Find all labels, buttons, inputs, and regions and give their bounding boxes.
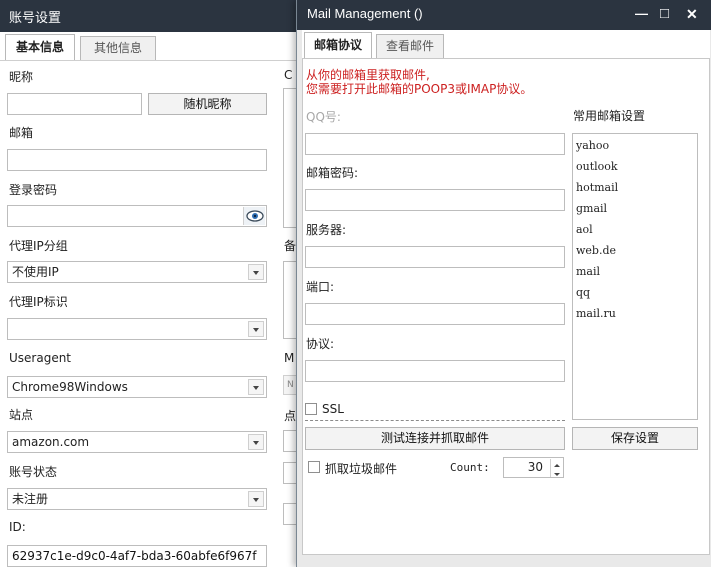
list-item[interactable]: mail bbox=[576, 265, 600, 278]
email-label: 邮箱 bbox=[9, 126, 34, 140]
id-input[interactable]: 62937c1e-d9c0-4af7-bda3-60abfe6f967f bbox=[7, 545, 267, 567]
tab-basic-info-label: 基本信息 bbox=[15, 40, 64, 54]
proxy-tag-label: 代理IP标识 bbox=[9, 295, 68, 309]
email-input[interactable] bbox=[7, 149, 267, 171]
list-item[interactable]: outlook bbox=[576, 160, 618, 173]
chevron-down-icon[interactable] bbox=[248, 264, 264, 280]
partial-label-bei: 备 bbox=[284, 239, 297, 253]
tab-other-info[interactable]: 其他信息 bbox=[80, 36, 156, 60]
qq-label: QQ号: bbox=[306, 110, 341, 124]
partial-label-n: N bbox=[287, 380, 294, 390]
port-input[interactable] bbox=[305, 303, 565, 325]
mail-management-window: Mail Management () — □ ✕ 邮箱协议 查看邮件 从你的邮箱… bbox=[296, 0, 711, 567]
stepper-down-icon[interactable] bbox=[550, 468, 562, 477]
random-nickname-button[interactable]: 随机昵称 bbox=[148, 93, 267, 115]
list-item[interactable]: aol bbox=[576, 223, 593, 236]
mail-window-body: 邮箱协议 查看邮件 从你的邮箱里获取邮件, 您需要打开此邮箱的POOP3或IMA… bbox=[302, 30, 710, 555]
list-item[interactable]: yahoo bbox=[576, 139, 609, 152]
site-value: amazon.com bbox=[12, 435, 90, 449]
ssl-checkbox[interactable] bbox=[305, 403, 317, 415]
login-password-label: 登录密码 bbox=[9, 183, 58, 197]
tab-basic-info[interactable]: 基本信息 bbox=[5, 34, 75, 60]
partial-label-dian: 点 bbox=[284, 409, 297, 423]
protocol-label: 协议: bbox=[306, 337, 335, 351]
chevron-down-icon[interactable] bbox=[248, 434, 264, 450]
spam-checkbox[interactable] bbox=[308, 461, 320, 473]
common-mail-list[interactable]: yahoo outlook hotmail gmail aol web.de m… bbox=[572, 133, 698, 420]
mail-password-input[interactable] bbox=[305, 189, 565, 211]
test-connection-button-label: 测试连接并抓取邮件 bbox=[380, 431, 489, 445]
nickname-input[interactable] bbox=[7, 93, 142, 115]
site-select[interactable]: amazon.com bbox=[7, 431, 267, 453]
chevron-down-icon[interactable] bbox=[248, 379, 264, 395]
list-item[interactable]: hotmail bbox=[576, 181, 618, 194]
account-status-value: 未注册 bbox=[12, 492, 49, 506]
count-value: 30 bbox=[527, 460, 543, 474]
notice-line-2: 您需要打开此邮箱的POOP3或IMAP协议。 bbox=[306, 82, 533, 96]
useragent-label: Useragent bbox=[9, 351, 72, 365]
proxy-tag-select[interactable] bbox=[7, 318, 267, 340]
account-settings-titlebar: 账号设置 bbox=[0, 0, 305, 32]
count-label: Count: bbox=[450, 461, 490, 474]
tab-mail-protocol[interactable]: 邮箱协议 bbox=[304, 32, 372, 58]
count-stepper[interactable]: 30 bbox=[503, 457, 564, 478]
nickname-label: 昵称 bbox=[9, 70, 34, 84]
test-connection-button[interactable]: 测试连接并抓取邮件 bbox=[305, 427, 565, 450]
partial-label-m: M bbox=[284, 351, 295, 365]
stepper-up-icon[interactable] bbox=[550, 459, 562, 468]
save-settings-button[interactable]: 保存设置 bbox=[572, 427, 698, 450]
dashed-separator bbox=[305, 420, 565, 421]
account-settings-title: 账号设置 bbox=[9, 10, 62, 25]
mail-management-titlebar: Mail Management () — □ ✕ bbox=[297, 0, 711, 30]
account-status-label: 账号状态 bbox=[9, 465, 58, 479]
random-nickname-button-label: 随机昵称 bbox=[183, 97, 232, 111]
login-password-input[interactable] bbox=[7, 205, 267, 227]
chevron-down-icon[interactable] bbox=[248, 321, 264, 337]
mail-management-title: Mail Management () bbox=[307, 6, 423, 21]
tab-view-mail[interactable]: 查看邮件 bbox=[376, 34, 444, 58]
maximize-icon[interactable]: □ bbox=[660, 5, 669, 22]
partial-label-c: C bbox=[284, 68, 293, 82]
account-status-select[interactable]: 未注册 bbox=[7, 488, 267, 510]
site-label: 站点 bbox=[9, 408, 34, 422]
list-item[interactable]: qq bbox=[576, 286, 590, 299]
show-password-eye-icon[interactable] bbox=[243, 207, 265, 225]
port-label: 端口: bbox=[306, 280, 335, 294]
list-item[interactable]: mail.ru bbox=[576, 307, 616, 320]
server-input[interactable] bbox=[305, 246, 565, 268]
spam-label: 抓取垃圾邮件 bbox=[325, 462, 398, 476]
qq-input[interactable] bbox=[305, 133, 565, 155]
tab-mail-protocol-label: 邮箱协议 bbox=[313, 38, 362, 52]
proxy-group-value: 不使用IP bbox=[12, 265, 59, 279]
server-label: 服务器: bbox=[306, 223, 347, 237]
proxy-group-label: 代理IP分组 bbox=[9, 239, 68, 253]
list-item[interactable]: web.de bbox=[576, 244, 616, 257]
close-icon[interactable]: ✕ bbox=[686, 6, 698, 23]
list-item[interactable]: gmail bbox=[576, 202, 607, 215]
tab-view-mail-label: 查看邮件 bbox=[385, 39, 434, 53]
protocol-input[interactable] bbox=[305, 360, 565, 382]
id-label: ID: bbox=[9, 520, 26, 534]
tab-divider bbox=[0, 60, 305, 61]
proxy-group-select[interactable]: 不使用IP bbox=[7, 261, 267, 283]
useragent-select[interactable]: Chrome98Windows bbox=[7, 376, 267, 398]
save-settings-button-label: 保存设置 bbox=[610, 431, 659, 445]
useragent-value: Chrome98Windows bbox=[12, 380, 128, 394]
common-mail-settings-title: 常用邮箱设置 bbox=[573, 109, 646, 123]
ssl-label: SSL bbox=[322, 402, 344, 416]
tab-other-info-label: 其他信息 bbox=[93, 41, 142, 55]
mail-password-label: 邮箱密码: bbox=[306, 166, 359, 180]
minimize-icon[interactable]: — bbox=[635, 6, 648, 21]
account-settings-window: 账号设置 基本信息 其他信息 昵称 随机昵称 邮箱 登录密码 代理IP分组 不使… bbox=[0, 0, 305, 567]
chevron-down-icon[interactable] bbox=[248, 491, 264, 507]
